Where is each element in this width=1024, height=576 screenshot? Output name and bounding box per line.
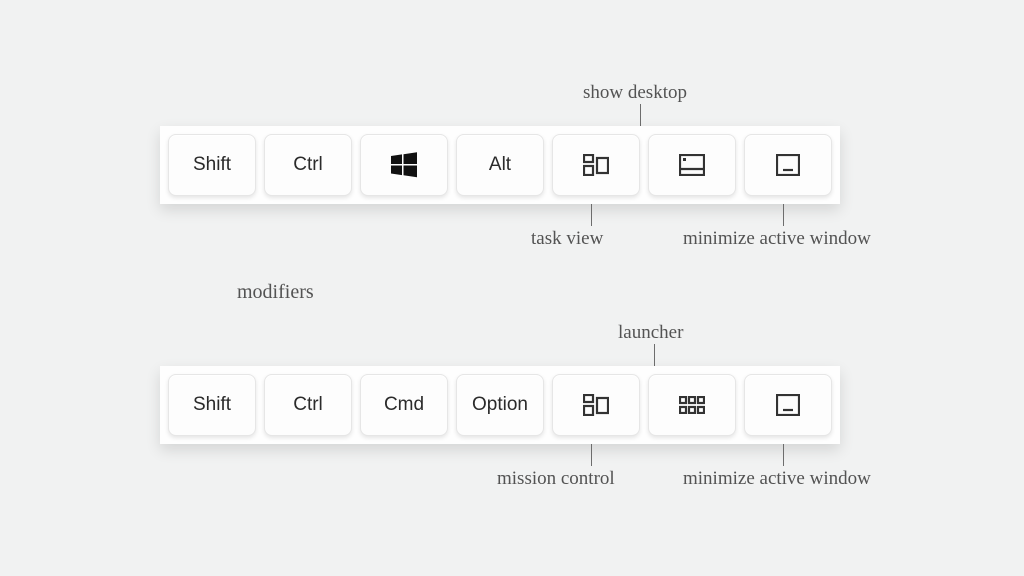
key-row-mac: Shift Ctrl Cmd Option (160, 366, 840, 444)
minimize-window-icon (776, 154, 800, 176)
connector-line (654, 344, 655, 366)
connector-line (783, 204, 784, 226)
launcher-icon (679, 396, 705, 414)
key-mission-control[interactable] (552, 374, 640, 436)
key-minimize-window[interactable] (744, 374, 832, 436)
annotation-minimize-window: minimize active window (683, 228, 871, 250)
key-shift[interactable]: Shift (168, 374, 256, 436)
connector-line (783, 444, 784, 466)
key-label: Shift (193, 394, 231, 416)
annotation-show-desktop: show desktop (583, 82, 687, 104)
annotation-mission-control: mission control (497, 468, 615, 490)
connector-line (591, 444, 592, 466)
label-modifiers: modifiers (237, 281, 314, 304)
key-label: Shift (193, 154, 231, 176)
minimize-window-icon (776, 394, 800, 416)
windows-logo-icon (391, 152, 417, 178)
connector-line (591, 204, 592, 226)
key-label: Ctrl (293, 394, 323, 416)
mission-control-icon (583, 394, 609, 416)
connector-line (640, 104, 641, 126)
show-desktop-icon (679, 154, 705, 176)
key-show-desktop[interactable] (648, 134, 736, 196)
key-task-view[interactable] (552, 134, 640, 196)
key-option[interactable]: Option (456, 374, 544, 436)
key-row-windows: Shift Ctrl Alt (160, 126, 840, 204)
key-label: Cmd (384, 394, 424, 416)
annotation-launcher: launcher (618, 322, 683, 344)
key-label: Alt (489, 154, 511, 176)
task-view-icon (583, 154, 609, 176)
key-label: Option (472, 394, 528, 416)
key-launcher[interactable] (648, 374, 736, 436)
annotation-task-view: task view (531, 228, 603, 250)
key-ctrl[interactable]: Ctrl (264, 374, 352, 436)
annotation-minimize-window: minimize active window (683, 468, 871, 490)
key-ctrl[interactable]: Ctrl (264, 134, 352, 196)
key-shift[interactable]: Shift (168, 134, 256, 196)
key-alt[interactable]: Alt (456, 134, 544, 196)
key-label: Ctrl (293, 154, 323, 176)
key-cmd[interactable]: Cmd (360, 374, 448, 436)
key-minimize-window[interactable] (744, 134, 832, 196)
key-windows[interactable] (360, 134, 448, 196)
